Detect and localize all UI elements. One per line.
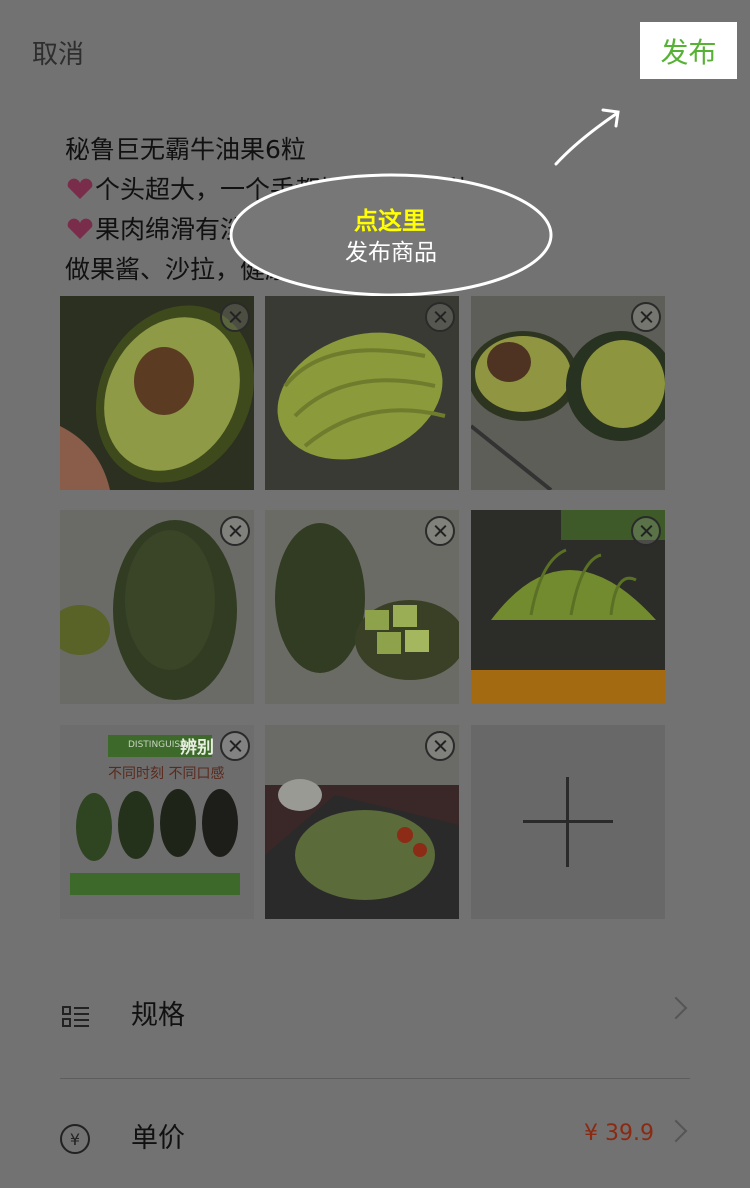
photo-8[interactable] — [265, 725, 459, 919]
add-photo-button[interactable] — [471, 725, 665, 919]
yen-icon: ¥ — [60, 1124, 90, 1154]
publish-button[interactable]: 发布 — [640, 22, 737, 79]
photo-2[interactable] — [265, 296, 459, 490]
remove-photo-button[interactable] — [425, 516, 455, 546]
divider — [60, 1078, 690, 1079]
remove-photo-button[interactable] — [220, 516, 250, 546]
photo-1[interactable] — [60, 296, 254, 490]
list-icon — [62, 1006, 89, 1027]
chevron-right-icon — [664, 996, 688, 1020]
photo-7[interactable]: 辨别 DISTINGUISH 不同时刻 不同口感 — [60, 725, 254, 919]
cancel-button[interactable]: 取消 — [32, 34, 84, 71]
remove-photo-button[interactable] — [631, 302, 661, 332]
heart-icon — [65, 213, 95, 239]
remove-photo-button[interactable] — [631, 516, 661, 546]
remove-photo-button[interactable] — [220, 302, 250, 332]
photo-3[interactable] — [471, 296, 665, 490]
photo-6[interactable] — [471, 510, 665, 704]
price-label: 单价 — [131, 1123, 185, 1154]
spec-row[interactable]: 规格 — [0, 965, 750, 1065]
chevron-right-icon — [664, 1119, 688, 1143]
description-line-1: 秘鲁巨无霸牛油果6粒 — [65, 135, 306, 164]
tooltip-subtitle: 发布商品 — [345, 240, 437, 266]
price-value: ¥ 39.9 — [584, 1121, 654, 1146]
remove-photo-button[interactable] — [425, 731, 455, 761]
heart-icon — [65, 173, 95, 199]
remove-photo-button[interactable] — [425, 302, 455, 332]
svg-text:¥: ¥ — [70, 1130, 80, 1149]
remove-photo-button[interactable] — [220, 731, 250, 761]
tooltip-title: 点这里 — [354, 207, 426, 235]
spec-label: 规格 — [131, 1000, 185, 1031]
photo-5[interactable] — [265, 510, 459, 704]
price-row[interactable]: ¥ 单价 ¥ 39.9 — [0, 1088, 750, 1188]
photo-4[interactable] — [60, 510, 254, 704]
